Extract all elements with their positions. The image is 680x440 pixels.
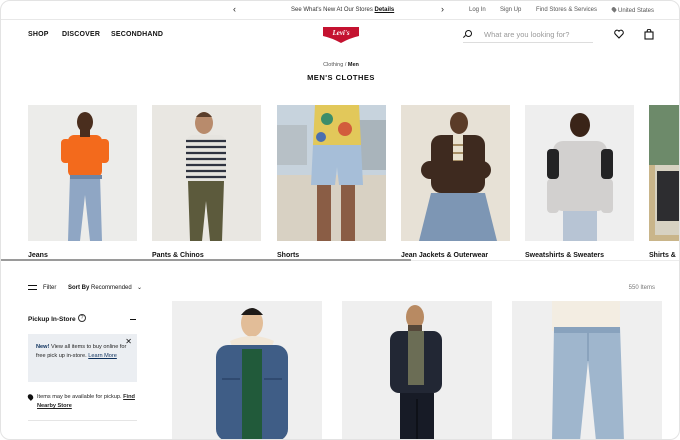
region-selector[interactable]: United States (610, 6, 655, 14)
category-card-pants-chinos[interactable]: Pants & Chinos (152, 105, 261, 259)
chevron-right-icon[interactable]: › (441, 5, 444, 14)
sort-dropdown[interactable]: Sort By Recommended (68, 285, 132, 291)
location-pin-icon (610, 6, 618, 13)
filter-icon[interactable] (28, 284, 37, 291)
category-image-shorts[interactable] (277, 105, 386, 241)
category-label[interactable]: Pants & Chinos (152, 252, 204, 259)
pickup-notice: ✕ New! View all items to buy online for … (28, 334, 137, 382)
category-card-jean-jackets-outerwear[interactable]: Jean Jackets & Outerwear (401, 105, 510, 259)
category-label[interactable]: Jeans (28, 252, 48, 259)
pickup-in-store-title[interactable]: Pickup In-Store (28, 316, 76, 323)
breadcrumb: Clothing / Men (1, 62, 679, 68)
page-title: MEN'S CLOTHES (307, 73, 375, 82)
signup-link[interactable]: Sign Up (500, 7, 521, 13)
nav-secondhand[interactable]: SECONDHAND (111, 31, 163, 38)
product-image-sherpa-trucker-jacket[interactable] (172, 301, 322, 440)
category-label[interactable]: Sweatshirts & Sweaters (525, 252, 604, 259)
category-label[interactable]: Jean Jackets & Outerwear (401, 252, 488, 259)
nav-shop[interactable]: SHOP (28, 31, 49, 38)
search-icon[interactable] (465, 30, 472, 37)
info-icon[interactable]: ? (78, 314, 86, 322)
collapse-icon[interactable] (130, 319, 136, 321)
product-image-dark-trucker-jacket[interactable] (342, 301, 492, 440)
close-icon[interactable]: ✕ (125, 337, 132, 346)
breadcrumb-men: Men (347, 62, 359, 68)
store-text: Items may be available for pickup. (37, 394, 122, 400)
product-card[interactable] (342, 301, 492, 440)
category-image-shirts[interactable] (649, 105, 680, 241)
category-image-sweatshirts[interactable] (525, 105, 634, 241)
breadcrumb-separator: / (344, 62, 347, 68)
learn-more-link[interactable]: Learn More (88, 353, 117, 359)
category-card-shorts[interactable]: Shorts (277, 105, 386, 259)
main-nav: SHOP DISCOVER SECONDHAND Levi's (1, 21, 679, 51)
carousel-scrollbar[interactable] (1, 259, 679, 261)
filter-button[interactable]: Filter (43, 285, 56, 291)
announcement-bar: ‹ See What's New At Our Stores Details ›… (1, 1, 679, 20)
search-bar[interactable] (463, 27, 593, 43)
promo-text: See What's New At Our Stores (291, 7, 373, 13)
sidebar-divider (28, 420, 137, 421)
shopping-bag-icon[interactable] (644, 29, 654, 40)
search-input[interactable] (484, 28, 592, 41)
category-card-jeans[interactable]: Jeans (28, 105, 137, 259)
category-label[interactable]: Shirts & (649, 252, 676, 259)
filter-sort-bar: Filter Sort By Recommended ⌄ 550 Items (1, 281, 679, 297)
sort-prefix: Sort By (68, 285, 90, 291)
category-card-sweatshirts-sweaters[interactable]: Sweatshirts & Sweaters (525, 105, 634, 259)
sort-value: Recommended (91, 285, 132, 291)
region-label: United States (618, 8, 655, 14)
nav-discover[interactable]: DISCOVER (62, 31, 100, 38)
chevron-left-icon[interactable]: ‹ (233, 5, 236, 14)
levis-logo[interactable]: Levi's (323, 26, 359, 44)
store-availability: Items may be available for pickup. Find … (26, 393, 143, 411)
product-card[interactable] (512, 301, 662, 440)
heart-icon[interactable] (614, 29, 624, 39)
category-label[interactable]: Shorts (277, 252, 299, 259)
promo-message: See What's New At Our Stores Details (291, 7, 394, 13)
logo-text: Levi's (331, 29, 349, 37)
category-image-jean-jackets[interactable] (401, 105, 510, 241)
item-count: 550 Items (628, 285, 655, 291)
breadcrumb-clothing[interactable]: Clothing (323, 62, 343, 68)
product-card[interactable] (172, 301, 322, 440)
store-availability-text: Items may be available for pickup. Find … (28, 393, 143, 411)
product-image-light-wash-jeans[interactable] (512, 301, 662, 440)
page: ‹ See What's New At Our Stores Details ›… (0, 0, 680, 440)
carousel-scroll-thumb[interactable] (1, 259, 411, 261)
chevron-down-icon[interactable]: ⌄ (137, 284, 142, 291)
category-image-jeans[interactable] (28, 105, 137, 241)
category-card-shirts[interactable]: Shirts & (649, 105, 680, 259)
category-image-pants-chinos[interactable] (152, 105, 261, 241)
notice-new-tag: New! (36, 344, 50, 350)
find-stores-link[interactable]: Find Stores & Services (536, 7, 597, 13)
promo-details-link[interactable]: Details (375, 7, 395, 13)
login-link[interactable]: Log In (469, 7, 486, 13)
